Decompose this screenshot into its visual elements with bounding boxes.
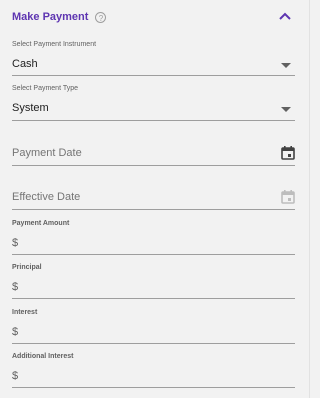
- payment-date-input[interactable]: Payment Date: [12, 143, 295, 166]
- payment-type-label: Select Payment Type: [12, 85, 79, 92]
- make-payment-panel: Make Payment ? Select Payment Instrument…: [0, 0, 310, 398]
- chevron-up-icon[interactable]: [277, 8, 293, 24]
- panel-title: Make Payment: [12, 11, 89, 23]
- additional-interest-input[interactable]: Additional Interest $: [12, 352, 295, 388]
- payment-instrument-select[interactable]: Select Payment Instrument Cash: [12, 40, 295, 76]
- payment-amount-prefix: $: [12, 237, 19, 249]
- effective-date-input[interactable]: Effective Date: [12, 187, 295, 210]
- additional-interest-label: Additional Interest: [12, 353, 74, 360]
- payment-amount-label: Payment Amount: [12, 220, 70, 227]
- calendar-icon[interactable]: [281, 190, 295, 204]
- payment-instrument-label: Select Payment Instrument: [12, 41, 97, 48]
- payment-type-select[interactable]: Select Payment Type System: [12, 84, 295, 121]
- principal-label: Principal: [12, 264, 42, 271]
- panel-header: Make Payment ?: [12, 8, 107, 26]
- dropdown-arrow-icon: [281, 63, 291, 68]
- dropdown-arrow-icon: [281, 107, 291, 112]
- interest-prefix: $: [12, 326, 19, 338]
- calendar-icon[interactable]: [281, 146, 295, 160]
- additional-interest-prefix: $: [12, 370, 19, 382]
- interest-label: Interest: [12, 309, 38, 316]
- payment-date-placeholder: Payment Date: [12, 147, 82, 159]
- help-circle-icon[interactable]: ?: [95, 11, 107, 23]
- principal-prefix: $: [12, 281, 19, 293]
- effective-date-placeholder: Effective Date: [12, 191, 81, 203]
- payment-type-value: System: [12, 102, 49, 114]
- payment-instrument-value: Cash: [12, 58, 38, 70]
- principal-input[interactable]: Principal $: [12, 263, 295, 299]
- interest-input[interactable]: Interest $: [12, 308, 295, 344]
- payment-amount-input[interactable]: Payment Amount $: [12, 219, 295, 255]
